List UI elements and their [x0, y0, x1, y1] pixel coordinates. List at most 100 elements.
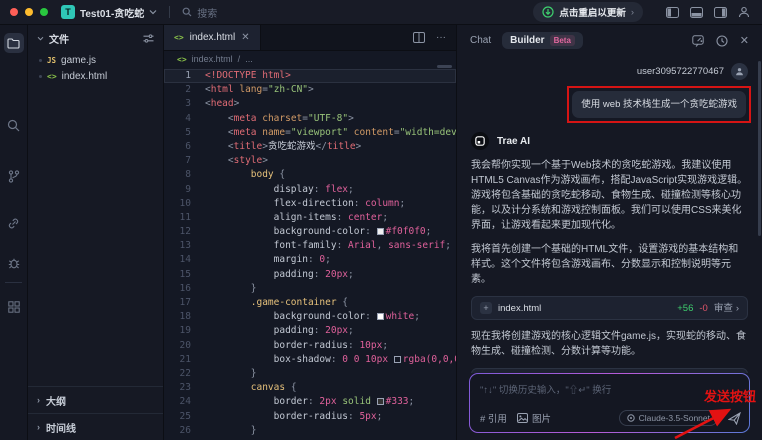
code-line[interactable]: 3<head> [164, 97, 456, 111]
line-number: 11 [164, 211, 205, 225]
code-line[interactable]: 6 <title>贪吃蛇游戏</title> [164, 140, 456, 154]
breadcrumb-separator: / [238, 54, 241, 64]
user-message-header: user3095722770467 [471, 63, 748, 80]
outline-section-header[interactable]: › 大纲 [28, 386, 163, 413]
color-swatch[interactable] [394, 356, 401, 363]
activity-bar [0, 25, 28, 440]
search-icon [182, 7, 192, 17]
image-icon [517, 413, 528, 423]
code-line[interactable]: 16 } [164, 282, 456, 296]
chat-messages: user3095722770467 使用 web 技术栈生成一个贪吃蛇游戏 Tr… [457, 56, 762, 373]
code-line[interactable]: 23 canvas { [164, 381, 456, 395]
zoom-window-button[interactable] [40, 8, 48, 16]
file-item-indexhtml[interactable]: <> index.html [28, 68, 163, 84]
code-line[interactable]: 9 display: flex; [164, 183, 456, 197]
split-editor-icon[interactable] [413, 32, 425, 43]
chevron-down-icon [149, 9, 157, 15]
minimize-window-button[interactable] [25, 8, 33, 16]
layout-panel-bottom-icon[interactable] [690, 7, 703, 18]
code-line[interactable]: 10 flex-direction: column; [164, 197, 456, 211]
code-line[interactable]: 18 background-color: white; [164, 310, 456, 324]
filter-icon[interactable] [143, 34, 154, 43]
more-actions-icon[interactable]: ··· [436, 32, 446, 43]
close-panel-icon[interactable]: ✕ [740, 34, 749, 47]
code-line[interactable]: 26 } [164, 424, 456, 438]
user-message-text: 使用 web 技术栈生成一个贪吃蛇游戏 [581, 99, 737, 110]
code-line[interactable]: 20 border-radius: 10px; [164, 339, 456, 353]
code-editor[interactable]: 1<!DOCTYPE html>2<html lang="zh-CN">3<he… [164, 67, 456, 438]
code-line[interactable]: 24 border: 2px solid #333; [164, 395, 456, 409]
restart-update-button[interactable]: 点击重启以更新 › [533, 2, 643, 22]
assistant-header: Trae AI [471, 132, 748, 150]
line-number: 1 [164, 69, 205, 83]
color-swatch[interactable] [377, 313, 384, 320]
file-change-card-indexhtml[interactable]: + index.html +56 -0 审查› [471, 296, 748, 320]
color-swatch[interactable] [377, 398, 384, 405]
history-icon[interactable] [716, 35, 728, 47]
code-line[interactable]: 14 margin: 0; [164, 253, 456, 267]
code-line[interactable]: 13 font-family: Arial, sans-serif; [164, 239, 456, 253]
reference-button[interactable]: # 引用 [480, 411, 507, 425]
timeline-section-header[interactable]: › 时间线 [28, 413, 163, 440]
code-line[interactable]: 25 border-radius: 5px; [164, 410, 456, 424]
code-line[interactable]: 15 padding: 20px; [164, 268, 456, 282]
file-status-dot [39, 75, 42, 78]
code-line[interactable]: 5 <meta name="viewport" content="width=d… [164, 126, 456, 140]
code-line[interactable]: 12 background-color: #f0f0f0; [164, 225, 456, 239]
editor-area: <> index.html ✕ ··· <> index.html / ... … [164, 25, 457, 440]
breadcrumb-file: index.html [192, 54, 233, 64]
line-number: 17 [164, 296, 205, 310]
tab-builder[interactable]: Builder Beta [502, 32, 583, 49]
account-icon[interactable] [738, 6, 750, 18]
project-name: Test01-贪吃蛇 [80, 5, 144, 20]
search-label: 搜索 [197, 5, 217, 20]
debug-icon[interactable] [4, 253, 24, 273]
user-avatar [731, 63, 748, 80]
project-switcher[interactable]: T Test01-贪吃蛇 [61, 5, 157, 20]
user-name: user3095722770467 [637, 64, 724, 79]
line-number: 12 [164, 225, 205, 239]
editor-tab-bar: <> index.html ✕ ··· [164, 25, 456, 51]
code-line[interactable]: 4 <meta charset="UTF-8"> [164, 112, 456, 126]
code-line[interactable]: 11 align-items: center; [164, 211, 456, 225]
layout-sidebar-right-icon[interactable] [714, 7, 727, 18]
tab-indexhtml[interactable]: <> index.html ✕ [164, 25, 261, 50]
code-line[interactable]: 17 .game-container { [164, 296, 456, 310]
titlebar-actions [666, 6, 750, 18]
line-number: 5 [164, 126, 205, 140]
chevron-right-icon: › [37, 422, 40, 432]
remote-link-icon[interactable] [4, 213, 24, 233]
extensions-icon[interactable] [4, 297, 24, 317]
files-section-header[interactable]: 文件 [28, 25, 163, 52]
tab-chat[interactable]: Chat [470, 35, 491, 46]
code-line[interactable]: 22 } [164, 367, 456, 381]
layout-sidebar-left-icon[interactable] [666, 7, 679, 18]
assistant-paragraph: 现在我将创建游戏的核心逻辑文件game.js，实现蛇的移动、食物生成、碰撞检测、… [471, 329, 748, 359]
review-button[interactable]: 审查› [714, 301, 739, 316]
code-line[interactable]: 1<!DOCTYPE html> [164, 69, 456, 83]
breadcrumb[interactable]: <> index.html / ... [164, 51, 456, 67]
explorer-panel: 文件 JS game.js <> index.html › 大纲 › 时间线 [28, 25, 164, 440]
close-window-button[interactable] [10, 8, 18, 16]
line-number: 16 [164, 282, 205, 296]
image-upload-button[interactable]: 图片 [517, 411, 551, 425]
search-icon[interactable] [4, 115, 24, 135]
line-number: 10 [164, 197, 205, 211]
close-tab-icon[interactable]: ✕ [241, 32, 249, 43]
source-control-icon[interactable] [4, 166, 24, 186]
outline-label: 大纲 [46, 393, 66, 408]
code-line[interactable]: 2<html lang="zh-CN"> [164, 83, 456, 97]
line-number: 14 [164, 253, 205, 267]
chat-scrollbar[interactable] [758, 61, 761, 236]
explorer-icon[interactable] [4, 33, 24, 53]
global-search[interactable]: 搜索 [182, 5, 217, 20]
assistant-paragraph: 我将首先创建一个基础的HTML文件，设置游戏的基本结构和样式。这个文件将包含游戏… [471, 242, 748, 287]
color-swatch[interactable] [377, 228, 384, 235]
new-chat-icon[interactable] [692, 35, 704, 47]
file-item-gamejs[interactable]: JS game.js [28, 52, 163, 68]
code-line[interactable]: 21 box-shadow: 0 0 10px rgba(0,0,0,0. [164, 353, 456, 367]
assistant-paragraph: 我会帮你实现一个基于Web技术的贪吃蛇游戏。我建议使用HTML5 Canvas作… [471, 158, 748, 233]
code-line[interactable]: 19 padding: 20px; [164, 324, 456, 338]
code-line[interactable]: 8 body { [164, 168, 456, 182]
code-line[interactable]: 7 <style> [164, 154, 456, 168]
